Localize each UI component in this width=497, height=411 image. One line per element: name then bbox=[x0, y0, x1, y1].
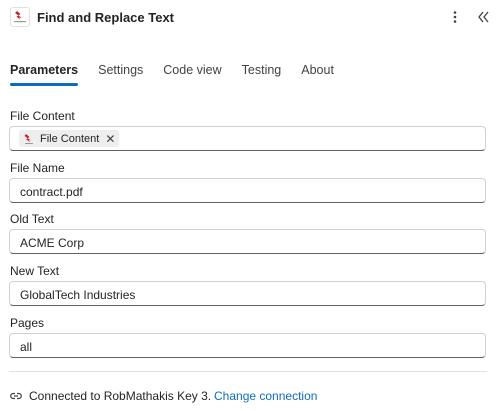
file-name-value: contract.pdf bbox=[20, 185, 83, 199]
new-text-input[interactable]: GlobalTech Industries bbox=[9, 281, 486, 306]
file-content-token[interactable]: File Content ✕ bbox=[19, 130, 120, 147]
tab-settings[interactable]: Settings bbox=[98, 63, 143, 89]
tab-about[interactable]: About bbox=[301, 63, 334, 89]
robot-logo-icon bbox=[10, 7, 30, 27]
old-text-label: Old Text bbox=[10, 212, 54, 226]
file-name-label: File Name bbox=[10, 161, 65, 175]
tab-list: Parameters Settings Code view Testing Ab… bbox=[10, 63, 354, 89]
file-content-label: File Content bbox=[10, 109, 75, 123]
page-title: Find and Replace Text bbox=[37, 10, 175, 25]
link-icon bbox=[10, 389, 22, 401]
new-text-value: GlobalTech Industries bbox=[20, 288, 136, 302]
tab-testing[interactable]: Testing bbox=[242, 63, 282, 89]
tab-code-view[interactable]: Code view bbox=[163, 63, 221, 89]
panel-header: Find and Replace Text bbox=[0, 0, 497, 36]
token-label: File Content bbox=[40, 132, 100, 145]
connection-status: Connected to RobMathakis Key 3. bbox=[29, 389, 212, 403]
pages-input[interactable]: all bbox=[9, 333, 486, 358]
new-text-label: New Text bbox=[10, 264, 60, 278]
old-text-input[interactable]: ACME Corp bbox=[9, 229, 486, 254]
pages-label: Pages bbox=[10, 316, 45, 330]
change-connection-link[interactable]: Change connection bbox=[214, 389, 317, 403]
tab-parameters[interactable]: Parameters bbox=[10, 63, 79, 89]
old-text-value: ACME Corp bbox=[20, 236, 85, 250]
pages-value: all bbox=[20, 340, 33, 354]
footer-divider bbox=[9, 371, 487, 372]
collapse-panel-icon[interactable] bbox=[474, 8, 492, 26]
more-options-icon[interactable] bbox=[446, 8, 464, 26]
robot-token-icon bbox=[24, 133, 33, 144]
remove-token-icon[interactable]: ✕ bbox=[105, 133, 115, 145]
file-content-field[interactable]: File Content ✕ bbox=[9, 126, 486, 151]
file-name-input[interactable]: contract.pdf bbox=[9, 178, 486, 203]
